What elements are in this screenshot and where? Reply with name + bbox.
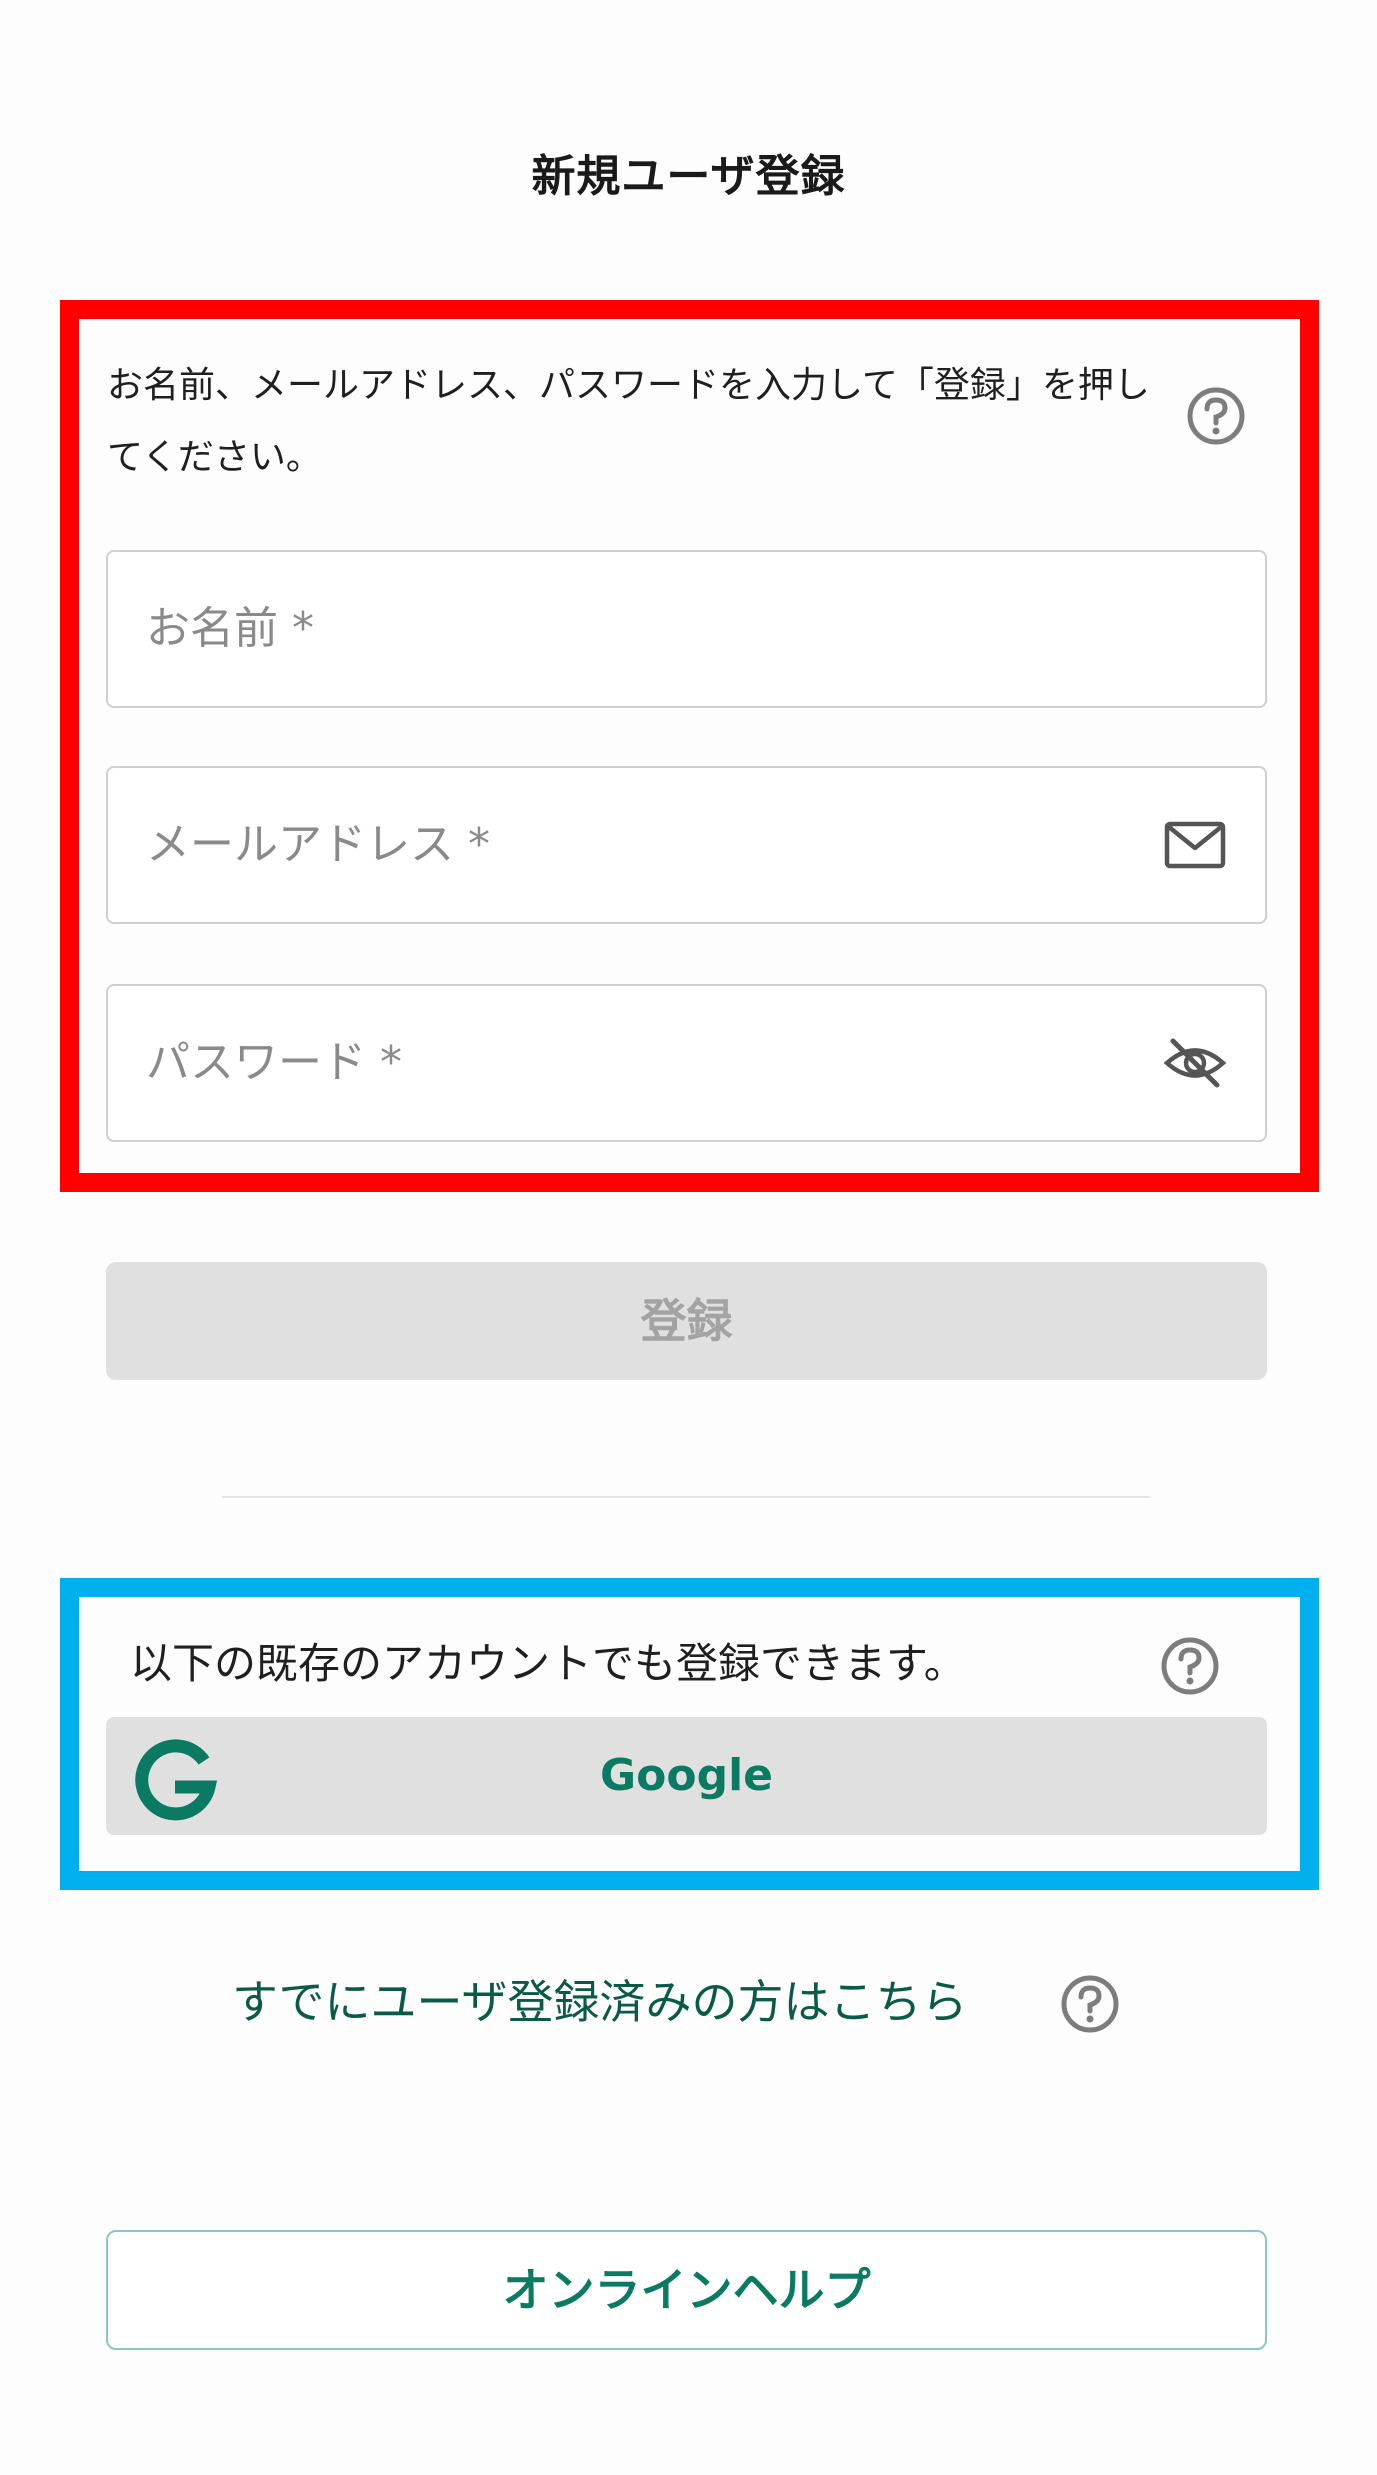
email-placeholder: メールアドレス *	[146, 819, 490, 870]
social-register-text: 以下の既存のアカウントでも登録できます。	[130, 1639, 966, 1688]
form-instructions: お名前、メールアドレス、パスワードを入力して「登録」を押してください。	[107, 365, 1150, 478]
name-placeholder: お名前 *	[146, 603, 314, 654]
page-title: 新規ユーザ登録	[531, 151, 846, 202]
google-signup-button[interactable]: Google	[106, 1717, 1267, 1835]
help-icon[interactable]	[1060, 1974, 1120, 2034]
divider	[222, 1496, 1150, 1498]
help-icon[interactable]	[1186, 386, 1246, 446]
register-button[interactable]: 登録	[106, 1262, 1267, 1380]
password-placeholder: パスワード *	[146, 1037, 402, 1088]
name-field[interactable]: お名前 *	[106, 550, 1267, 708]
existing-user-login-link[interactable]: すでにユーザ登録済みの方はこちら	[232, 1966, 968, 2038]
eye-slash-icon[interactable]	[1163, 1036, 1227, 1090]
online-help-button[interactable]: オンラインヘルプ	[106, 2230, 1267, 2350]
help-icon[interactable]	[1160, 1636, 1220, 1696]
password-field[interactable]: パスワード *	[106, 984, 1267, 1142]
email-field[interactable]: メールアドレス *	[106, 766, 1267, 924]
google-label: Google	[600, 1750, 773, 1801]
envelope-icon	[1164, 821, 1226, 869]
